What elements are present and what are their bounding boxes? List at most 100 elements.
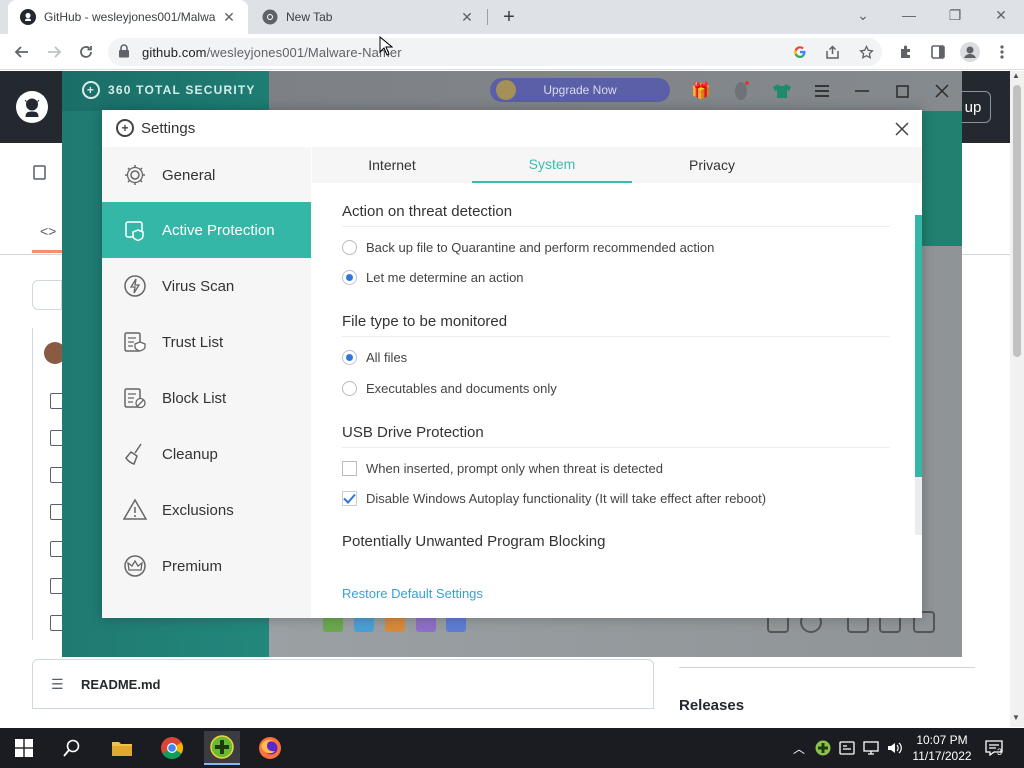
- total-security-titlebar: + 360 TOTAL SECURITY Upgrade Now 🎁: [62, 71, 962, 111]
- branch-selector[interactable]: [32, 280, 62, 310]
- search-icon[interactable]: [58, 734, 86, 762]
- trust-list-icon: [122, 329, 148, 355]
- 360-security-taskbar-icon[interactable]: [204, 731, 240, 765]
- 360-tray-icon[interactable]: [814, 739, 832, 757]
- menu-icon[interactable]: [810, 79, 834, 103]
- github-logo-icon[interactable]: [16, 91, 48, 128]
- extensions-icon[interactable]: [894, 40, 918, 64]
- radio-option-quarantine[interactable]: Back up file to Quarantine and perform r…: [342, 240, 714, 255]
- tab-separator: [487, 9, 488, 25]
- sidebar-item-virus-scan[interactable]: Virus Scan: [102, 258, 311, 314]
- sidebar-item-premium[interactable]: Premium: [102, 538, 311, 594]
- tab-search-icon[interactable]: ⌄: [840, 4, 886, 26]
- section-title-threat: Action on threat detection: [342, 203, 513, 220]
- checkbox-checked[interactable]: [342, 491, 357, 506]
- close-tab-icon[interactable]: ✕: [458, 8, 476, 26]
- sidebar-item-exclusions[interactable]: Exclusions: [102, 482, 311, 538]
- radio-button[interactable]: [342, 240, 357, 255]
- minimize-window-button[interactable]: —: [886, 4, 932, 26]
- radio-option-determine[interactable]: Let me determine an action: [342, 270, 524, 285]
- page-scrollbar[interactable]: ▲ ▼: [1010, 71, 1024, 727]
- restore-window-button[interactable]: ❐: [932, 4, 978, 26]
- code-icon[interactable]: <>: [40, 223, 56, 239]
- broom-icon: [122, 441, 148, 467]
- radio-button-selected[interactable]: [342, 350, 357, 365]
- settings-tabs: Internet System Privacy: [312, 147, 922, 183]
- tab-system[interactable]: System: [472, 147, 632, 183]
- radio-button-selected[interactable]: [342, 270, 357, 285]
- close-window-button[interactable]: ✕: [978, 4, 1024, 26]
- back-button[interactable]: [10, 40, 34, 64]
- checkbox[interactable]: [342, 461, 357, 476]
- sidebar-item-general[interactable]: General: [102, 147, 311, 203]
- new-tab-button[interactable]: +: [498, 6, 520, 28]
- close-icon[interactable]: [892, 119, 912, 139]
- tab-privacy[interactable]: Privacy: [632, 147, 792, 183]
- user-account-icon[interactable]: [729, 79, 753, 103]
- sidebar-item-label: Cleanup: [162, 445, 218, 463]
- settings-scrollbar-thumb[interactable]: [915, 215, 922, 477]
- gift-icon[interactable]: 🎁: [689, 79, 713, 103]
- lock-icon[interactable]: [118, 44, 130, 63]
- settings-scrollbar[interactable]: [915, 215, 922, 535]
- scrollbar-thumb[interactable]: [1013, 85, 1021, 357]
- sidebar-item-label: Active Protection: [162, 221, 275, 239]
- dialog-title: Settings: [141, 120, 196, 137]
- chrome-icon: [262, 9, 278, 25]
- forward-button[interactable]: [42, 40, 66, 64]
- volume-icon[interactable]: [886, 739, 904, 757]
- readme-title[interactable]: README.md: [81, 677, 160, 692]
- 360-logo-icon: +: [116, 119, 134, 137]
- radio-option-executables[interactable]: Executables and documents only: [342, 381, 557, 396]
- restore-default-link[interactable]: Restore Default Settings: [342, 586, 483, 601]
- browser-menu-icon[interactable]: [990, 40, 1014, 64]
- reload-button[interactable]: [74, 40, 98, 64]
- block-list-icon: [122, 385, 148, 411]
- scroll-down-arrow-icon[interactable]: ▼: [1012, 713, 1020, 722]
- readme-panel: ☰ README.md: [32, 659, 654, 709]
- show-hidden-icons[interactable]: ︿: [790, 739, 808, 757]
- file-explorer-icon[interactable]: [108, 734, 136, 762]
- tab-internet[interactable]: Internet: [312, 147, 472, 183]
- sidebar-item-block-list[interactable]: Block List: [102, 370, 311, 426]
- profile-avatar-icon[interactable]: [958, 40, 982, 64]
- sidebar-item-active-protection[interactable]: Active Protection: [102, 202, 311, 258]
- maximize-icon[interactable]: [890, 79, 914, 103]
- releases-heading[interactable]: Releases: [679, 697, 744, 714]
- system-tray-app-icon[interactable]: [838, 739, 856, 757]
- skin-tshirt-icon[interactable]: [770, 79, 794, 103]
- radio-button[interactable]: [342, 381, 357, 396]
- share-icon[interactable]: [822, 42, 842, 62]
- bookmark-star-icon[interactable]: [856, 42, 876, 62]
- firefox-icon[interactable]: [256, 734, 284, 762]
- settings-content: Internet System Privacy Action on threat…: [312, 147, 922, 618]
- tab-title: New Tab: [286, 10, 333, 24]
- network-icon[interactable]: [862, 739, 880, 757]
- google-icon[interactable]: [790, 42, 810, 62]
- url-text: github.com/wesleyjones001/Malware-Namer: [142, 45, 402, 60]
- close-tab-icon[interactable]: ✕: [220, 8, 238, 26]
- windows-start-icon[interactable]: [10, 734, 38, 762]
- sidebar-item-cleanup[interactable]: Cleanup: [102, 426, 311, 482]
- checkbox-option-usb-prompt[interactable]: When inserted, prompt only when threat i…: [342, 461, 663, 476]
- browser-tab-new-tab[interactable]: New Tab ✕: [250, 0, 486, 34]
- radio-option-all-files[interactable]: All files: [342, 350, 407, 365]
- notification-center-icon[interactable]: 3: [982, 736, 1006, 760]
- upgrade-now-button[interactable]: Upgrade Now: [490, 78, 670, 102]
- system-clock[interactable]: 10:07 PM 11/17/2022: [912, 732, 972, 764]
- close-icon[interactable]: [930, 79, 954, 103]
- side-panel-icon[interactable]: [926, 40, 950, 64]
- 360-logo-icon: +: [82, 81, 100, 99]
- browser-tab-github[interactable]: GitHub - wesleyjones001/Malwa ✕: [8, 0, 248, 34]
- settings-dialog: + Settings General Active Protection Vir…: [102, 110, 922, 618]
- checkmark-icon: [343, 493, 356, 504]
- minimize-icon[interactable]: [850, 79, 874, 103]
- address-bar[interactable]: github.com/wesleyjones001/Malware-Namer: [108, 38, 882, 66]
- checkbox-option-autoplay[interactable]: Disable Windows Autoplay functionality (…: [342, 491, 766, 506]
- chrome-taskbar-icon[interactable]: [158, 734, 186, 762]
- scroll-up-arrow-icon[interactable]: ▲: [1012, 71, 1020, 80]
- list-icon[interactable]: ☰: [51, 676, 64, 693]
- crown-icon: [122, 553, 148, 579]
- sidebar-item-trust-list[interactable]: Trust List: [102, 314, 311, 370]
- sidebar-item-label: General: [162, 166, 216, 184]
